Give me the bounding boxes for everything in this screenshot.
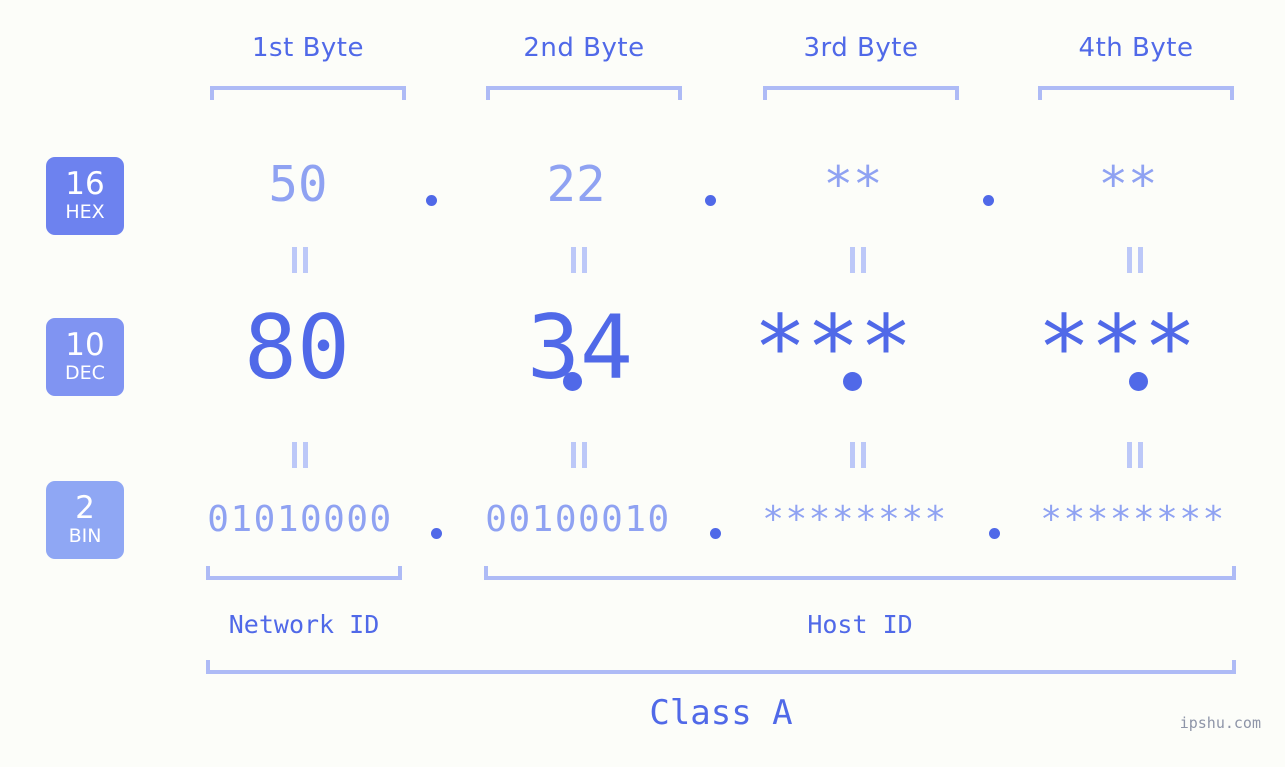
base-badge-dec: 10 DEC bbox=[46, 318, 124, 396]
base-badge-hex-name: HEX bbox=[65, 201, 105, 223]
equals-connector-dec-bin-3 bbox=[850, 442, 866, 468]
bracket-byte-1 bbox=[210, 86, 406, 100]
equals-connector-hex-dec-1 bbox=[292, 247, 308, 273]
byte-header-1: 1st Byte bbox=[252, 33, 364, 63]
bin-value-row: 01010000 00100010 ******** ******** bbox=[140, 490, 1270, 550]
base-badge-bin-name: BIN bbox=[68, 525, 102, 547]
base-badge-dec-number: 10 bbox=[65, 327, 105, 363]
base-badge-dec-name: DEC bbox=[65, 362, 105, 384]
network-id-label: Network ID bbox=[228, 610, 380, 639]
hex-separator-1 bbox=[426, 195, 437, 206]
dec-byte-3-value: *** bbox=[753, 296, 913, 399]
bin-separator-3 bbox=[989, 528, 1000, 539]
bin-separator-1 bbox=[431, 528, 442, 539]
bracket-network-id bbox=[206, 566, 402, 580]
hex-byte-2-value: 22 bbox=[546, 156, 606, 213]
base-badge-hex: 16 HEX bbox=[46, 157, 124, 235]
hex-value-row: 50 22 ** ** bbox=[140, 150, 1270, 220]
bin-byte-4-value: ******** bbox=[1040, 499, 1226, 540]
bracket-byte-4 bbox=[1038, 86, 1234, 100]
dec-byte-4-value: *** bbox=[1037, 296, 1197, 399]
dec-byte-1-value: 80 bbox=[244, 296, 350, 399]
equals-connector-dec-bin-2 bbox=[571, 442, 587, 468]
hex-separator-2 bbox=[705, 195, 716, 206]
bracket-byte-3 bbox=[763, 86, 959, 100]
byte-header-2: 2nd Byte bbox=[523, 33, 645, 63]
equals-connector-dec-bin-4 bbox=[1127, 442, 1143, 468]
equals-connector-hex-dec-4 bbox=[1127, 247, 1143, 273]
bin-byte-3-value: ******** bbox=[762, 499, 948, 540]
site-watermark: ipshu.com bbox=[1179, 714, 1261, 732]
bracket-host-id bbox=[484, 566, 1236, 580]
equals-connector-dec-bin-1 bbox=[292, 442, 308, 468]
hex-byte-1-value: 50 bbox=[268, 156, 328, 213]
dec-value-row: 80 34 *** *** bbox=[140, 293, 1270, 403]
host-id-label: Host ID bbox=[807, 610, 913, 639]
base-badge-hex-number: 16 bbox=[65, 166, 105, 202]
base-badge-bin: 2 BIN bbox=[46, 481, 124, 559]
hex-separator-3 bbox=[983, 195, 994, 206]
byte-header-3: 3rd Byte bbox=[803, 33, 919, 63]
dec-byte-2-value: 34 bbox=[527, 296, 633, 399]
base-badge-bin-number: 2 bbox=[75, 490, 95, 526]
class-label: Class A bbox=[649, 693, 793, 733]
hex-byte-3-value: ** bbox=[823, 156, 883, 213]
equals-connector-hex-dec-3 bbox=[850, 247, 866, 273]
ip-breakdown-diagram: 1st Byte 2nd Byte 3rd Byte 4th Byte 16 H… bbox=[0, 0, 1285, 767]
bracket-class bbox=[206, 660, 1236, 674]
bin-byte-1-value: 01010000 bbox=[207, 499, 393, 540]
equals-connector-hex-dec-2 bbox=[571, 247, 587, 273]
byte-header-4: 4th Byte bbox=[1078, 33, 1194, 63]
hex-byte-4-value: ** bbox=[1098, 156, 1158, 213]
bracket-byte-2 bbox=[486, 86, 682, 100]
bin-separator-2 bbox=[710, 528, 721, 539]
bin-byte-2-value: 00100010 bbox=[485, 499, 671, 540]
